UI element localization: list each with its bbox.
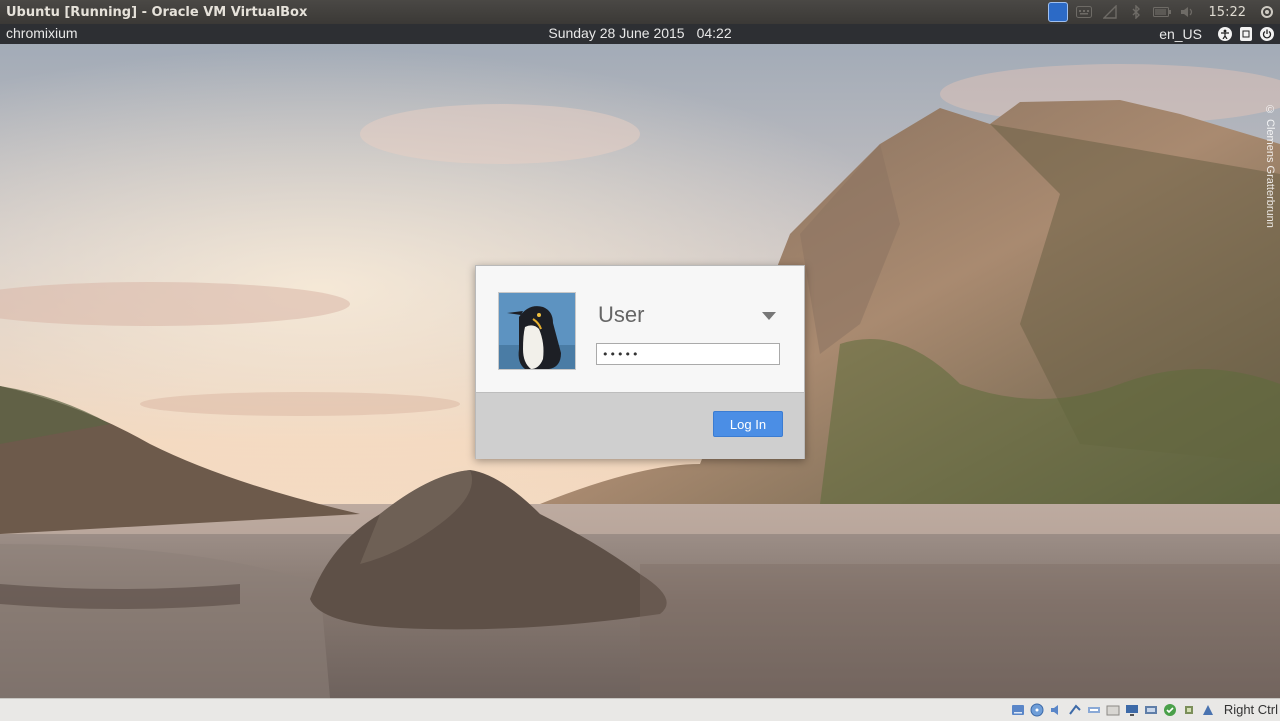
status-icons xyxy=(1010,702,1216,718)
accessibility-icon[interactable] xyxy=(1218,27,1232,41)
cpu-icon[interactable] xyxy=(1181,702,1197,718)
usb-icon[interactable] xyxy=(1086,702,1102,718)
battery-icon[interactable] xyxy=(1149,0,1175,24)
guest-top-bar: chromixium Sunday 28 June 2015 04:22 en_U… xyxy=(0,24,1280,44)
guest-time: 04:22 xyxy=(696,25,732,41)
login-user-panel: User xyxy=(476,266,804,392)
penguin-icon xyxy=(499,293,575,369)
guest-tray: en_US xyxy=(1159,24,1274,44)
vbox-status-bar: Right Ctrl xyxy=(0,698,1280,721)
host-key-indicator-icon[interactable] xyxy=(1200,702,1216,718)
power-icon[interactable] xyxy=(1260,27,1274,41)
mouse-integration-icon[interactable] xyxy=(1162,702,1178,718)
virtualbox-icon[interactable] xyxy=(1045,0,1071,24)
login-dialog: User Log In xyxy=(475,265,805,459)
hard-disk-icon[interactable] xyxy=(1010,702,1026,718)
login-action-bar: Log In xyxy=(476,392,804,459)
video-capture-icon[interactable] xyxy=(1143,702,1159,718)
host-clock[interactable]: 15:22 xyxy=(1201,5,1254,20)
host-key-label: Right Ctrl xyxy=(1223,702,1278,717)
host-tray: 15:22 xyxy=(1045,0,1280,24)
audio-icon[interactable] xyxy=(1048,702,1064,718)
settings-icon[interactable] xyxy=(1254,0,1280,24)
bluetooth-icon[interactable] xyxy=(1123,0,1149,24)
guest-date: Sunday 28 June 2015 xyxy=(548,25,685,41)
password-field[interactable] xyxy=(596,343,780,365)
photo-credit: © Clemens Gratterbrunn xyxy=(1264,104,1276,228)
chevron-down-icon[interactable] xyxy=(760,310,778,322)
host-top-bar: Ubuntu [Running] - Oracle VM VirtualBox … xyxy=(0,0,1280,24)
user-avatar[interactable] xyxy=(498,292,576,370)
shared-folders-icon[interactable] xyxy=(1105,702,1121,718)
window-title: Ubuntu [Running] - Oracle VM VirtualBox xyxy=(6,4,308,20)
guest-screen[interactable]: chromixium Sunday 28 June 2015 04:22 en_U… xyxy=(0,24,1280,698)
display-icon[interactable] xyxy=(1124,702,1140,718)
log-in-button[interactable]: Log In xyxy=(713,411,783,437)
optical-drive-icon[interactable] xyxy=(1029,702,1045,718)
onscreen-keyboard-icon[interactable] xyxy=(1240,27,1252,41)
user-name: User xyxy=(598,302,645,327)
keyboard-icon[interactable] xyxy=(1071,0,1097,24)
volume-icon[interactable] xyxy=(1175,0,1201,24)
guest-datetime: Sunday 28 June 2015 04:22 xyxy=(0,25,1280,41)
network-icon[interactable] xyxy=(1067,702,1083,718)
locale-indicator[interactable]: en_US xyxy=(1159,26,1202,42)
network-icon[interactable] xyxy=(1097,0,1123,24)
